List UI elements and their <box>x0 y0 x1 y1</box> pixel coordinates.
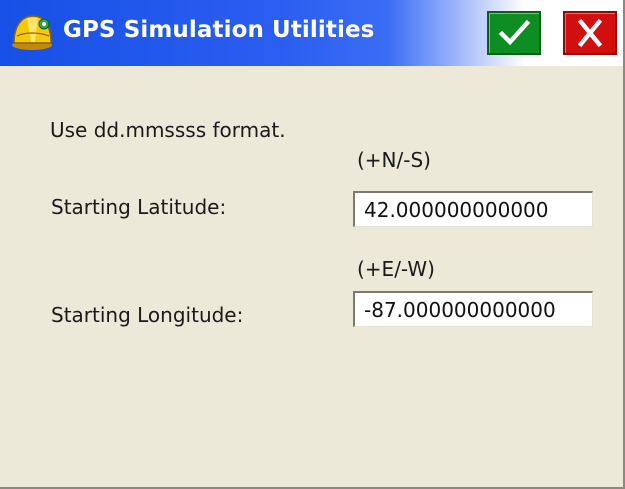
starting-longitude-input[interactable] <box>353 291 593 327</box>
close-button[interactable] <box>563 11 617 55</box>
starting-latitude-input[interactable] <box>353 191 593 227</box>
hard-hat-surveyor-icon <box>9 12 55 52</box>
gps-simulation-window: GPS Simulation Utilities Use dd.mmssss f… <box>0 0 625 489</box>
longitude-hint: (+E/-W) <box>357 257 435 281</box>
starting-latitude-label: Starting Latitude: <box>51 195 227 219</box>
latitude-hint: (+N/-S) <box>357 148 431 172</box>
checkmark-icon <box>498 19 531 46</box>
window-title: GPS Simulation Utilities <box>63 17 375 43</box>
starting-longitude-label: Starting Longitude: <box>51 303 244 327</box>
format-instruction: Use dd.mmssss format. <box>50 118 286 142</box>
title-bar: GPS Simulation Utilities <box>0 0 623 66</box>
ok-button[interactable] <box>487 11 541 55</box>
close-icon <box>577 18 603 48</box>
